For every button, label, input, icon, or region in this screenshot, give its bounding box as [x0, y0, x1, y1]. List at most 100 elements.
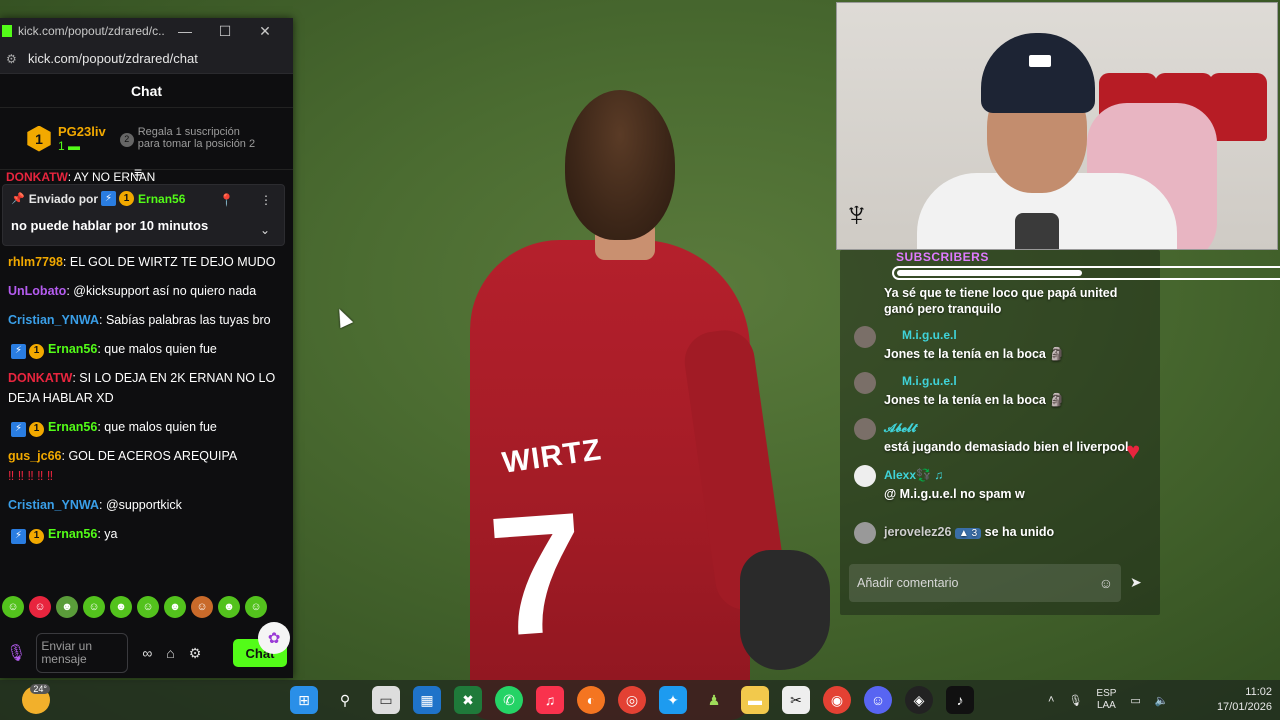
message-user[interactable]: UnLobato [8, 284, 66, 298]
input-placeholder: Enviar un mensaje [41, 639, 93, 666]
microphone-tray-icon[interactable]: 🎙 [1068, 694, 1082, 707]
network-icon[interactable]: ▭ [1130, 694, 1140, 707]
chevron-down-icon[interactable]: ⌄ [260, 223, 270, 237]
chess-icon[interactable]: ♟ [700, 686, 728, 714]
moderator-badge-icon: ⚡ [11, 528, 26, 544]
overlay-user: 𝓐𝓫𝓮𝓵𝓽 [884, 421, 917, 435]
microphone [1015, 213, 1059, 249]
leaderboard-count: 1 ▬ [58, 139, 106, 153]
window-titlebar[interactable]: kick.com/popout/zdrared/c... — ☐ ✕ [0, 18, 293, 44]
emote-icon[interactable]: ☻ [56, 596, 78, 618]
message-user[interactable]: gus_jc66 [8, 449, 62, 463]
search-icon[interactable]: ⚲ [331, 686, 359, 714]
pinned-user[interactable]: Ernan56 [138, 192, 185, 206]
emoji-icon[interactable]: ☺ [1099, 575, 1113, 591]
language-indicator[interactable]: ESP LAA [1096, 688, 1116, 712]
message-user[interactable]: Cristian_YNWA [8, 313, 99, 327]
gift-icon: ▬ [68, 139, 81, 153]
emote-icon[interactable]: ☺ [2, 596, 24, 618]
chat-popout-window: kick.com/popout/zdrared/c... — ☐ ✕ ⚙ kic… [0, 18, 293, 678]
message-user[interactable]: Cristian_YNWA [8, 498, 99, 512]
chat-message: rhlm7798: EL GOL DE WIRTZ TE DEJO MUDO [8, 252, 285, 272]
overlay-user: Alexx💱 ♫ [884, 468, 944, 482]
capcut-icon[interactable]: ✂ [782, 686, 810, 714]
discord-icon[interactable]: ☺ [864, 686, 892, 714]
microphone-icon[interactable]: 🎙 [6, 643, 26, 663]
lang-bottom: LAA [1096, 700, 1116, 711]
kick-logo-icon [2, 25, 12, 37]
streamer-webcam: ♆ [836, 2, 1278, 250]
folder-icon[interactable]: ▬ [741, 686, 769, 714]
shirt-name: WIRTZ [500, 433, 604, 480]
chat-message: Cristian_YNWA: Sabías palabras las tuyas… [8, 310, 285, 330]
address-bar[interactable]: ⚙ kick.com/popout/zdrared/chat [0, 44, 293, 74]
level-value: 3 [971, 528, 978, 539]
xbox-icon[interactable]: ✖ [454, 686, 482, 714]
weather-widget[interactable]: 24° [22, 684, 50, 714]
level-badge: ▲ 3 [954, 528, 982, 539]
message-user[interactable]: DONKATW [6, 170, 68, 184]
emote-icon[interactable]: ☻ [218, 596, 240, 618]
join-message: jerovelez26 ▲ 3 se ha unido [884, 524, 1054, 542]
emote-icon[interactable]: ☻ [164, 596, 186, 618]
message-text: : EL GOL DE WIRTZ TE DEJO MUDO [62, 255, 276, 269]
pinned-prefix: Enviado por [28, 191, 99, 206]
emote-icon[interactable]: ☺ [29, 596, 51, 618]
emote-icon[interactable]: ☺ [245, 596, 267, 618]
overlay-message: Jones te la tenía en la boca 🗿 [884, 393, 1065, 407]
steam-icon[interactable]: ◈ [905, 686, 933, 714]
gift-prompt[interactable]: 2 Regala 1 suscripción para tomar la pos… [119, 126, 260, 150]
chrome-alt-icon[interactable]: ◉ [823, 686, 851, 714]
gear-icon[interactable]: ⚙ [189, 645, 202, 662]
music-icon[interactable]: ♫ [536, 686, 564, 714]
minimize-button[interactable]: — [165, 23, 205, 39]
message-user[interactable]: Ernan56 [48, 342, 97, 356]
emote-icon[interactable]: ☺ [137, 596, 159, 618]
clock-time: 11:02 [1245, 686, 1272, 698]
crunchyroll-icon[interactable]: ◐ [577, 686, 605, 714]
brain-icon[interactable]: ✿ [258, 622, 290, 654]
emote-icon[interactable]: ☺ [191, 596, 213, 618]
menu-lines-icon[interactable]: ≡ [134, 164, 142, 180]
subscribers-progress [892, 266, 1280, 280]
message-text: : AY NO ERNAN [67, 170, 156, 184]
window-title: kick.com/popout/zdrared/c... [18, 24, 165, 38]
more-options-icon[interactable]: ⋮ [260, 193, 272, 207]
leaderboard-user[interactable]: PG23liv [58, 124, 106, 139]
message-user[interactable]: rhlm7798 [8, 255, 63, 269]
message-text: : que malos quien fue [97, 342, 217, 356]
comment-input[interactable]: Añadir comentario ☺ [849, 564, 1121, 602]
site-settings-icon[interactable]: ⚙ [6, 52, 20, 66]
chrome-icon[interactable]: ◎ [618, 686, 646, 714]
message-input[interactable]: Enviar un mensaje [36, 633, 129, 673]
taskbar: 24° ⊞ ⚲ ▭ ▦ ✖ ✆ ♫ ◐ ◎ ✦ ♟ ▬ ✂ ◉ ☺ ◈ ♪ ˄ … [0, 680, 1280, 720]
sub-badge-icon: 1 [29, 343, 44, 359]
maximize-button[interactable]: ☐ [205, 23, 245, 40]
emote-bar: ☺ ☺ ☻ ☺ ☻ ☺ ☻ ☺ ☻ ☺ [2, 596, 267, 618]
emote-icon[interactable]: ☺ [83, 596, 105, 618]
emote-icon[interactable]: ☻ [110, 596, 132, 618]
wall-jersey [1209, 73, 1267, 141]
clock[interactable]: 11:02 17/01/2026 [1200, 685, 1272, 715]
message-text: : @supportkick [99, 498, 182, 512]
gift-rank-badge: 2 [119, 132, 134, 147]
send-icon[interactable]: ➤ [1130, 574, 1142, 591]
whatsapp-icon[interactable]: ✆ [495, 686, 523, 714]
message-user[interactable]: DONKATW [8, 371, 72, 385]
message-text: : @kicksupport así no quiero nada [66, 284, 257, 298]
start-icon[interactable]: ⊞ [290, 686, 318, 714]
store-icon[interactable]: ⌂ [166, 645, 174, 661]
avatar [854, 465, 876, 487]
twitter-icon[interactable]: ✦ [659, 686, 687, 714]
chevron-up-icon[interactable]: ˄ [1048, 694, 1054, 706]
task-view-icon[interactable]: ▭ [372, 686, 400, 714]
store-app-icon[interactable]: ▦ [413, 686, 441, 714]
message-user[interactable]: Ernan56 [48, 527, 97, 541]
tiktok-icon[interactable]: ♪ [946, 686, 974, 714]
avatar [854, 372, 876, 394]
emote-picker-icon[interactable]: ∞ [142, 645, 152, 661]
close-button[interactable]: ✕ [245, 23, 285, 40]
volume-icon[interactable]: 🔈 [1155, 694, 1169, 707]
unpin-icon[interactable]: 📍 [219, 193, 234, 207]
message-user[interactable]: Ernan56 [48, 420, 97, 434]
